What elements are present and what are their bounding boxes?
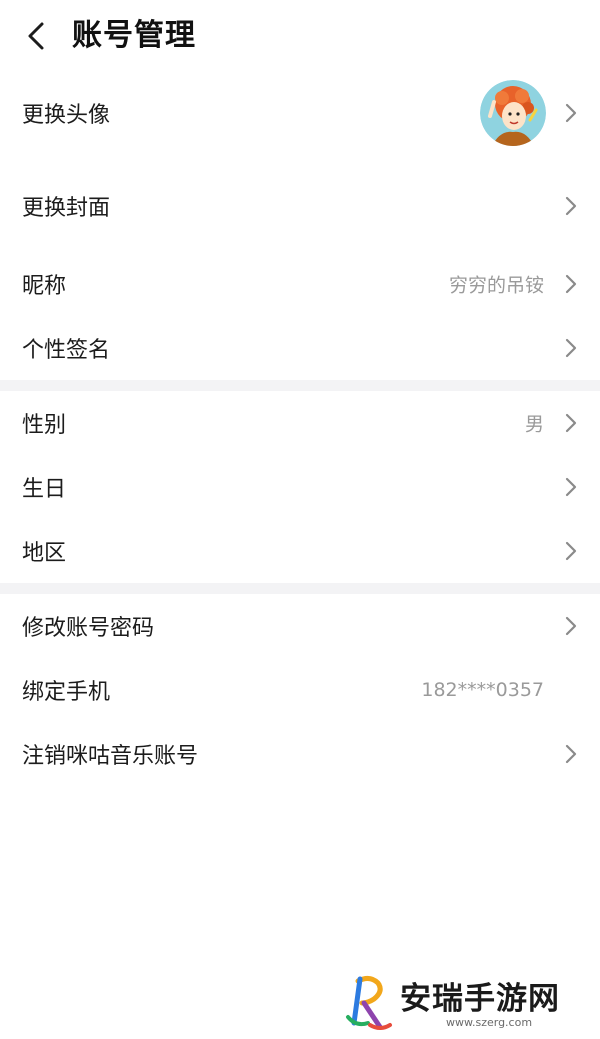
row-birthday[interactable]: 生日 [0,455,600,519]
chevron-left-icon [28,22,44,50]
row-bind-phone[interactable]: 绑定手机 182****0357 [0,658,600,722]
row-label: 更换头像 [22,103,111,128]
row-label: 修改账号密码 [22,616,155,641]
chevron-right-icon [565,338,577,358]
top-bar: 账号管理 [0,0,600,72]
row-nickname[interactable]: 昵称 穷穷的吊铵 [0,252,600,316]
section-divider [0,380,600,391]
chevron-right-icon [565,541,577,561]
gender-value: 男 [524,413,544,436]
chevron-right-icon [565,477,577,497]
row-change-avatar[interactable]: 更换头像 [0,72,600,154]
section-divider [0,583,600,594]
watermark-title: 安瑞手游网 [400,981,560,1017]
row-region[interactable]: 地区 [0,519,600,583]
row-label: 地区 [22,541,67,566]
chevron-right-icon [565,413,577,433]
row-label: 更换封面 [22,196,111,221]
row-label: 性别 [22,413,67,438]
watermark: 安瑞手游网 www.szerg.com [340,973,590,1035]
row-signature[interactable]: 个性签名 [0,316,600,380]
row-label: 生日 [22,477,67,502]
back-button[interactable] [18,14,58,58]
row-deactivate-account[interactable]: 注销咪咕音乐账号 [0,722,600,786]
row-label: 绑定手机 [22,680,111,705]
row-label: 个性签名 [22,338,111,363]
row-label: 昵称 [22,274,67,299]
nickname-value: 穷穷的吊铵 [448,274,544,297]
chevron-right-icon [565,274,577,294]
chevron-right-icon [565,103,577,123]
row-change-password[interactable]: 修改账号密码 [0,594,600,658]
chevron-right-icon [565,616,577,636]
row-gender[interactable]: 性别 男 [0,391,600,455]
row-label: 注销咪咕音乐账号 [22,744,199,769]
row-change-cover[interactable]: 更换封面 [0,172,600,240]
chevron-right-icon [565,196,577,216]
phone-value: 182****0357 [421,679,544,701]
watermark-url: www.szerg.com [446,1016,533,1029]
page-title: 账号管理 [72,18,196,53]
chevron-right-icon [565,744,577,764]
site-logo-icon [346,975,392,1030]
avatar[interactable] [480,80,546,146]
